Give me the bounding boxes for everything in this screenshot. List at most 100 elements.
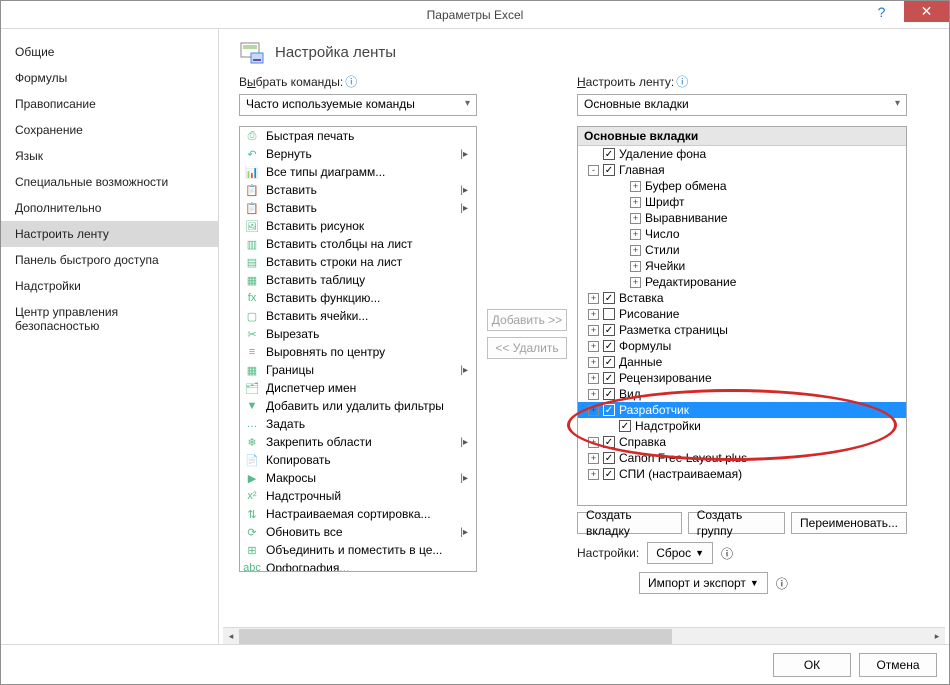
checkbox[interactable]: ✓ (603, 468, 615, 480)
scroll-left-arrow[interactable]: ◂ (223, 628, 239, 644)
nav-item[interactable]: Специальные возможности (1, 169, 218, 195)
tree-item[interactable]: +✓Данные (578, 354, 906, 370)
expand-icon[interactable]: + (630, 197, 641, 208)
command-item[interactable]: ⊞Объединить и поместить в це... (240, 541, 476, 559)
command-item[interactable]: ▶Макросы|▸ (240, 469, 476, 487)
expand-icon[interactable]: + (630, 229, 641, 240)
tree-item[interactable]: ✓Удаление фона (578, 146, 906, 162)
scroll-right-arrow[interactable]: ▸ (929, 628, 945, 644)
checkbox[interactable]: ✓ (603, 340, 615, 352)
nav-item[interactable]: Центр управления безопасностью (1, 299, 218, 339)
expand-icon[interactable]: + (630, 261, 641, 272)
expand-icon[interactable]: + (588, 373, 599, 384)
command-item[interactable]: ⎙Быстрая печать (240, 127, 476, 145)
rename-button[interactable]: Переименовать... (791, 512, 907, 534)
nav-item[interactable]: Формулы (1, 65, 218, 91)
checkbox[interactable]: ✓ (619, 420, 631, 432)
checkbox[interactable]: ✓ (603, 388, 615, 400)
expand-icon[interactable]: + (630, 245, 641, 256)
new-tab-button[interactable]: Создать вкладку (577, 512, 682, 534)
nav-item[interactable]: Дополнительно (1, 195, 218, 221)
nav-item[interactable]: Язык (1, 143, 218, 169)
close-button[interactable]: ✕ (904, 1, 949, 22)
command-item[interactable]: fxВставить функцию... (240, 289, 476, 307)
command-item[interactable]: 🗂Диспетчер имен (240, 379, 476, 397)
tree-item[interactable]: +Редактирование (578, 274, 906, 290)
checkbox[interactable] (603, 308, 615, 320)
command-item[interactable]: 📋Вставить|▸ (240, 181, 476, 199)
expand-icon[interactable]: + (588, 357, 599, 368)
ok-button[interactable]: ОК (773, 653, 851, 677)
nav-item[interactable]: Общие (1, 39, 218, 65)
command-item[interactable]: 📊Все типы диаграмм... (240, 163, 476, 181)
command-item[interactable]: ▦Границы|▸ (240, 361, 476, 379)
checkbox[interactable]: ✓ (603, 404, 615, 416)
import-export-button[interactable]: Импорт и экспорт▼ (639, 572, 768, 594)
checkbox[interactable]: ✓ (603, 148, 615, 160)
tree-item[interactable]: +✓Canon Free Layout plus (578, 450, 906, 466)
tree-item[interactable]: +Стили (578, 242, 906, 258)
info-icon[interactable]: ⓘ (721, 545, 733, 562)
tree-item[interactable]: +Шрифт (578, 194, 906, 210)
tree-item[interactable]: +✓Разработчик (578, 402, 906, 418)
tree-item[interactable]: +✓Вид (578, 386, 906, 402)
tree-item[interactable]: +✓Формулы (578, 338, 906, 354)
command-item[interactable]: ▦Вставить таблицу (240, 271, 476, 289)
command-item[interactable]: 📄Копировать (240, 451, 476, 469)
reset-button[interactable]: Сброс▼ (647, 542, 713, 564)
command-item[interactable]: ▢Вставить ячейки... (240, 307, 476, 325)
tree-item[interactable]: +✓Рецензирование (578, 370, 906, 386)
command-item[interactable]: ▼Добавить или удалить фильтры (240, 397, 476, 415)
info-icon[interactable]: ⓘ (676, 75, 688, 89)
horizontal-scrollbar[interactable]: ◂ ▸ (223, 627, 945, 644)
help-button[interactable]: ? (859, 1, 904, 22)
command-item[interactable]: 📋Вставить|▸ (240, 199, 476, 217)
nav-item[interactable]: Сохранение (1, 117, 218, 143)
expand-icon[interactable]: + (588, 405, 599, 416)
expand-icon[interactable]: + (588, 453, 599, 464)
new-group-button[interactable]: Создать группу (688, 512, 785, 534)
tree-item[interactable]: +Рисование (578, 306, 906, 322)
commands-listbox[interactable]: ⎙Быстрая печать↶Вернуть|▸📊Все типы диагр… (239, 126, 477, 572)
add-button[interactable]: Добавить >> (487, 309, 567, 331)
checkbox[interactable]: ✓ (603, 324, 615, 336)
command-item[interactable]: ⇅Настраиваемая сортировка... (240, 505, 476, 523)
tree-item[interactable]: +✓Разметка страницы (578, 322, 906, 338)
expand-icon[interactable]: + (630, 181, 641, 192)
expand-icon[interactable]: + (588, 309, 599, 320)
tree-item[interactable]: +Число (578, 226, 906, 242)
tree-item[interactable]: +✓Вставка (578, 290, 906, 306)
tree-item[interactable]: ✓Надстройки (578, 418, 906, 434)
command-item[interactable]: ❄Закрепить области|▸ (240, 433, 476, 451)
nav-item[interactable]: Правописание (1, 91, 218, 117)
tree-item[interactable]: +✓СПИ (настраиваемая) (578, 466, 906, 482)
command-item[interactable]: ↶Вернуть|▸ (240, 145, 476, 163)
nav-item[interactable]: Надстройки (1, 273, 218, 299)
scroll-thumb[interactable] (239, 629, 672, 644)
expand-icon[interactable]: + (588, 293, 599, 304)
tree-item[interactable]: +✓Справка (578, 434, 906, 450)
command-item[interactable]: ≡Выровнять по центру (240, 343, 476, 361)
command-item[interactable]: ▤Вставить строки на лист (240, 253, 476, 271)
command-item[interactable]: …Задать (240, 415, 476, 433)
tree-item[interactable]: +Выравнивание (578, 210, 906, 226)
tree-item[interactable]: +Буфер обмена (578, 178, 906, 194)
cancel-button[interactable]: Отмена (859, 653, 937, 677)
checkbox[interactable]: ✓ (603, 452, 615, 464)
command-item[interactable]: abcОрфография... (240, 559, 476, 572)
checkbox[interactable]: ✓ (603, 436, 615, 448)
tree-item[interactable]: +Ячейки (578, 258, 906, 274)
command-item[interactable]: x²Надстрочный (240, 487, 476, 505)
ribbon-select[interactable]: Основные вкладки (577, 94, 907, 116)
checkbox[interactable]: ✓ (603, 372, 615, 384)
ribbon-tree[interactable]: Основные вкладки ✓Удаление фона-✓Главная… (577, 126, 907, 506)
expand-icon[interactable]: + (588, 437, 599, 448)
command-item[interactable]: 🖼Вставить рисунок (240, 217, 476, 235)
nav-item[interactable]: Панель быстрого доступа (1, 247, 218, 273)
nav-item[interactable]: Настроить ленту (1, 221, 218, 247)
remove-button[interactable]: << Удалить (487, 337, 567, 359)
checkbox[interactable]: ✓ (603, 292, 615, 304)
info-icon[interactable]: ⓘ (345, 75, 357, 89)
checkbox[interactable]: ✓ (603, 164, 615, 176)
expand-icon[interactable]: + (588, 341, 599, 352)
